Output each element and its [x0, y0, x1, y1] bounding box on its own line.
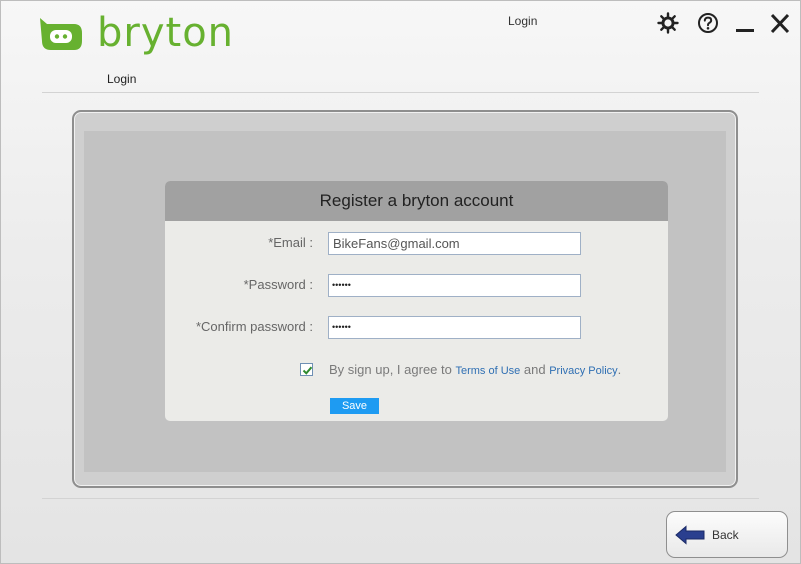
back-arrow-icon [675, 525, 707, 550]
header-divider [42, 92, 759, 93]
agree-row: By sign up, I agree to Terms of Use and … [165, 362, 668, 382]
terms-of-use-link[interactable]: Terms of Use [455, 365, 520, 377]
back-button[interactable]: Back [666, 511, 788, 558]
check-icon [302, 366, 313, 375]
password-row: *Password : •••••• [165, 274, 668, 298]
password-label: *Password : [243, 277, 313, 292]
email-row: *Email : [165, 232, 668, 256]
save-button[interactable]: Save [330, 398, 379, 414]
email-label: *Email : [268, 235, 313, 250]
confirm-password-row: *Confirm password : •••••• [165, 316, 668, 340]
content-frame: Register a bryton account *Email : *Pass… [72, 110, 738, 488]
agree-conjunction: and [520, 362, 550, 377]
close-icon[interactable] [768, 10, 792, 36]
dialog-title: Register a bryton account [165, 181, 668, 221]
window-title: Login [508, 14, 538, 28]
back-button-label: Back [712, 528, 739, 542]
footer-divider [42, 498, 759, 499]
confirm-password-mask: •••••• [332, 322, 351, 332]
gear-icon[interactable] [655, 10, 681, 36]
content-panel: Register a bryton account *Email : *Pass… [84, 131, 726, 472]
register-dialog: Register a bryton account *Email : *Pass… [165, 181, 668, 421]
password-mask: •••••• [332, 280, 351, 290]
help-icon[interactable] [695, 10, 721, 36]
bryton-logo-text: bryton [97, 10, 235, 56]
confirm-password-field[interactable]: •••••• [328, 316, 581, 339]
page-subtitle: Login [107, 72, 137, 86]
confirm-password-label: *Confirm password : [195, 319, 313, 334]
privacy-policy-link[interactable]: Privacy Policy [549, 365, 617, 377]
minimize-icon[interactable] [733, 10, 757, 36]
agree-prefix: By sign up, I agree to [329, 362, 456, 377]
bryton-logo-icon [38, 14, 84, 56]
email-field[interactable] [328, 232, 581, 255]
agree-suffix: . [617, 362, 622, 377]
agree-text: By sign up, I agree to Terms of Use and … [329, 362, 621, 377]
agree-checkbox[interactable] [300, 363, 313, 376]
password-field[interactable]: •••••• [328, 274, 581, 297]
